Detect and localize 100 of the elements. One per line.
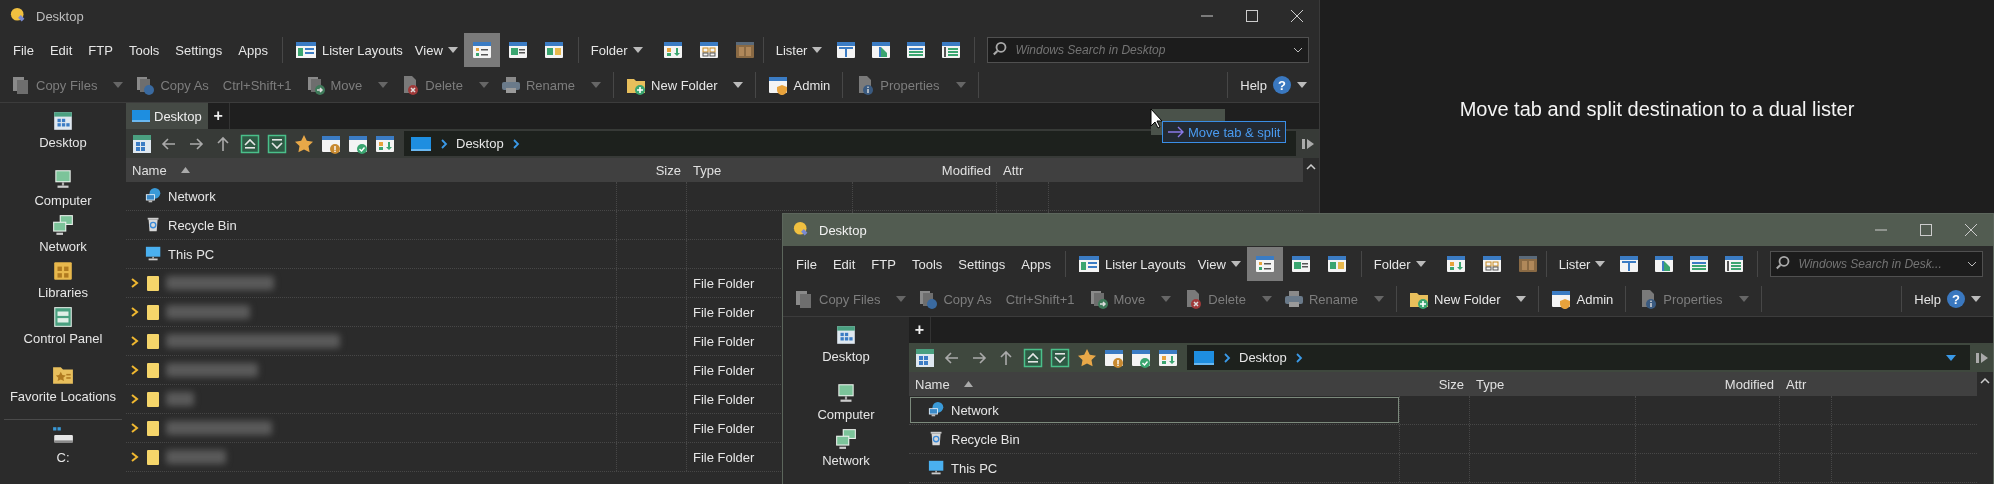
menu-item[interactable]: Tools [120, 36, 168, 64]
warning-window-icon[interactable] [1104, 347, 1124, 368]
column-header[interactable]: Type [687, 158, 853, 182]
caret-icon [955, 82, 966, 88]
sidebar-item[interactable]: Favorite Locations [0, 361, 126, 407]
column-header[interactable]: Name [126, 158, 617, 182]
t-layout-icon[interactable] [1619, 254, 1640, 274]
star-icon[interactable] [294, 133, 314, 154]
menu-item[interactable]: File [5, 36, 42, 64]
name-cell[interactable]: Recycle Bin [126, 211, 617, 239]
folder-menu-button[interactable]: Folder [584, 35, 649, 65]
sidebar-item[interactable]: Computer [783, 379, 909, 425]
view-mode-button[interactable] [1246, 247, 1283, 281]
rows-layout-icon[interactable] [1689, 254, 1710, 274]
t-layout-icon[interactable] [836, 40, 857, 60]
name-cell[interactable]: Recycle Bin [909, 425, 1400, 453]
sidebar-item[interactable]: C: [4, 422, 122, 468]
menu-item[interactable]: Settings [167, 36, 231, 64]
expand-icon[interactable] [267, 133, 287, 154]
folder-menu-button[interactable]: Folder [1367, 249, 1432, 279]
column-header[interactable]: Modified [853, 158, 997, 182]
lister-icon[interactable] [132, 133, 152, 154]
help-button[interactable]: Help [1908, 284, 1947, 314]
folder-grid-icon[interactable] [698, 40, 719, 60]
tab[interactable]: Desktop [126, 103, 208, 129]
rows-layout-icon[interactable] [906, 40, 927, 60]
menu-item[interactable]: Edit [41, 36, 81, 64]
chevron-down-icon[interactable] [1967, 261, 1977, 267]
split-layout-icon[interactable] [1654, 254, 1675, 274]
view-mode-button[interactable] [463, 33, 500, 67]
column-header[interactable]: Type [1470, 372, 1636, 396]
cabinet-icon[interactable] [734, 40, 755, 60]
sidebar-item[interactable]: Desktop [0, 107, 126, 153]
collapse-icon[interactable] [240, 133, 260, 154]
menu-item[interactable]: Settings [950, 250, 1014, 278]
sidebar-item[interactable]: Control Panel [0, 303, 126, 349]
desktop-icon [835, 324, 857, 346]
breadcrumb-item[interactable]: Desktop [456, 136, 504, 151]
split-layout-icon[interactable] [871, 40, 892, 60]
download-window-icon[interactable] [1158, 347, 1178, 368]
help-icon[interactable]: ? [1273, 76, 1291, 94]
folder-grid-icon[interactable] [1481, 254, 1502, 274]
check-window-icon[interactable] [1131, 347, 1151, 368]
search-field[interactable]: Windows Search in Desktop [987, 37, 1309, 63]
lister-layouts-button[interactable]: Lister Layouts [1071, 249, 1192, 279]
lister-layouts-button[interactable]: Lister Layouts [288, 35, 409, 65]
menu-item[interactable]: Apps [1013, 250, 1059, 278]
warning-window-icon[interactable] [321, 133, 341, 154]
control-panel-icon [52, 306, 74, 328]
column-header[interactable]: Attr [1780, 372, 1832, 396]
menu-item[interactable]: Tools [903, 250, 951, 278]
scroll-up-icon[interactable] [1980, 378, 1990, 384]
lister-icon[interactable] [915, 347, 935, 368]
column-header[interactable]: Name [909, 372, 1400, 396]
name-cell[interactable]: This PC [126, 240, 617, 268]
tree-layout-icon[interactable] [1724, 254, 1745, 274]
help-icon[interactable]: ? [1947, 290, 1965, 308]
toolbar-button[interactable]: Admin [762, 70, 837, 100]
toolbar-button[interactable]: New Folder [1403, 284, 1533, 314]
menu-item[interactable]: Apps [230, 36, 276, 64]
scroll-up-icon[interactable] [1306, 164, 1316, 170]
view-menu-button[interactable]: View [1191, 249, 1247, 279]
breadcrumb-bar[interactable]: Desktop [1187, 345, 1970, 370]
menu-item[interactable]: FTP [863, 250, 904, 278]
toolbar-button[interactable]: Admin [1545, 284, 1620, 314]
name-cell[interactable]: Network [126, 182, 617, 210]
download-window-icon[interactable] [375, 133, 395, 154]
menu-item[interactable]: FTP [80, 36, 121, 64]
column-header[interactable]: Size [617, 158, 687, 182]
column-header[interactable]: Modified [1636, 372, 1780, 396]
column-header[interactable]: Size [1400, 372, 1470, 396]
tree-layout-icon[interactable] [941, 40, 962, 60]
download-folder-icon[interactable] [1445, 254, 1466, 274]
sidebar-item[interactable]: Network [0, 211, 126, 257]
breadcrumb-item[interactable]: Desktop [1239, 350, 1287, 365]
lister-menu-button[interactable]: Lister [1552, 249, 1612, 279]
menu-item[interactable]: File [788, 250, 825, 278]
check-window-icon[interactable] [348, 133, 368, 154]
item-name: This PC [168, 246, 215, 262]
menu-item[interactable]: Edit [824, 250, 864, 278]
sidebar-item[interactable]: Libraries [0, 257, 126, 303]
star-icon[interactable] [1077, 347, 1097, 368]
column-header[interactable]: Attr [997, 158, 1049, 182]
expand-icon[interactable] [1050, 347, 1070, 368]
chevron-down-icon[interactable] [1293, 47, 1303, 53]
sidebar-item[interactable]: Network [783, 425, 909, 471]
download-folder-icon[interactable] [662, 40, 683, 60]
help-button[interactable]: Help [1234, 70, 1273, 100]
lister-menu-button[interactable]: Lister [769, 35, 829, 65]
toolbar-button[interactable]: New Folder [620, 70, 750, 100]
collapse-icon[interactable] [1023, 347, 1043, 368]
cabinet-icon[interactable] [1517, 254, 1538, 274]
caret-icon [733, 82, 744, 88]
name-cell[interactable]: This PC [909, 454, 1400, 482]
caret-icon [591, 82, 601, 88]
view-menu-button[interactable]: View [408, 35, 464, 65]
sidebar-item[interactable]: Desktop [783, 321, 909, 367]
sidebar-item[interactable]: Computer [0, 165, 126, 211]
name-cell[interactable]: Network [909, 396, 1400, 424]
search-field[interactable]: Windows Search in Desk... [1770, 251, 1983, 277]
